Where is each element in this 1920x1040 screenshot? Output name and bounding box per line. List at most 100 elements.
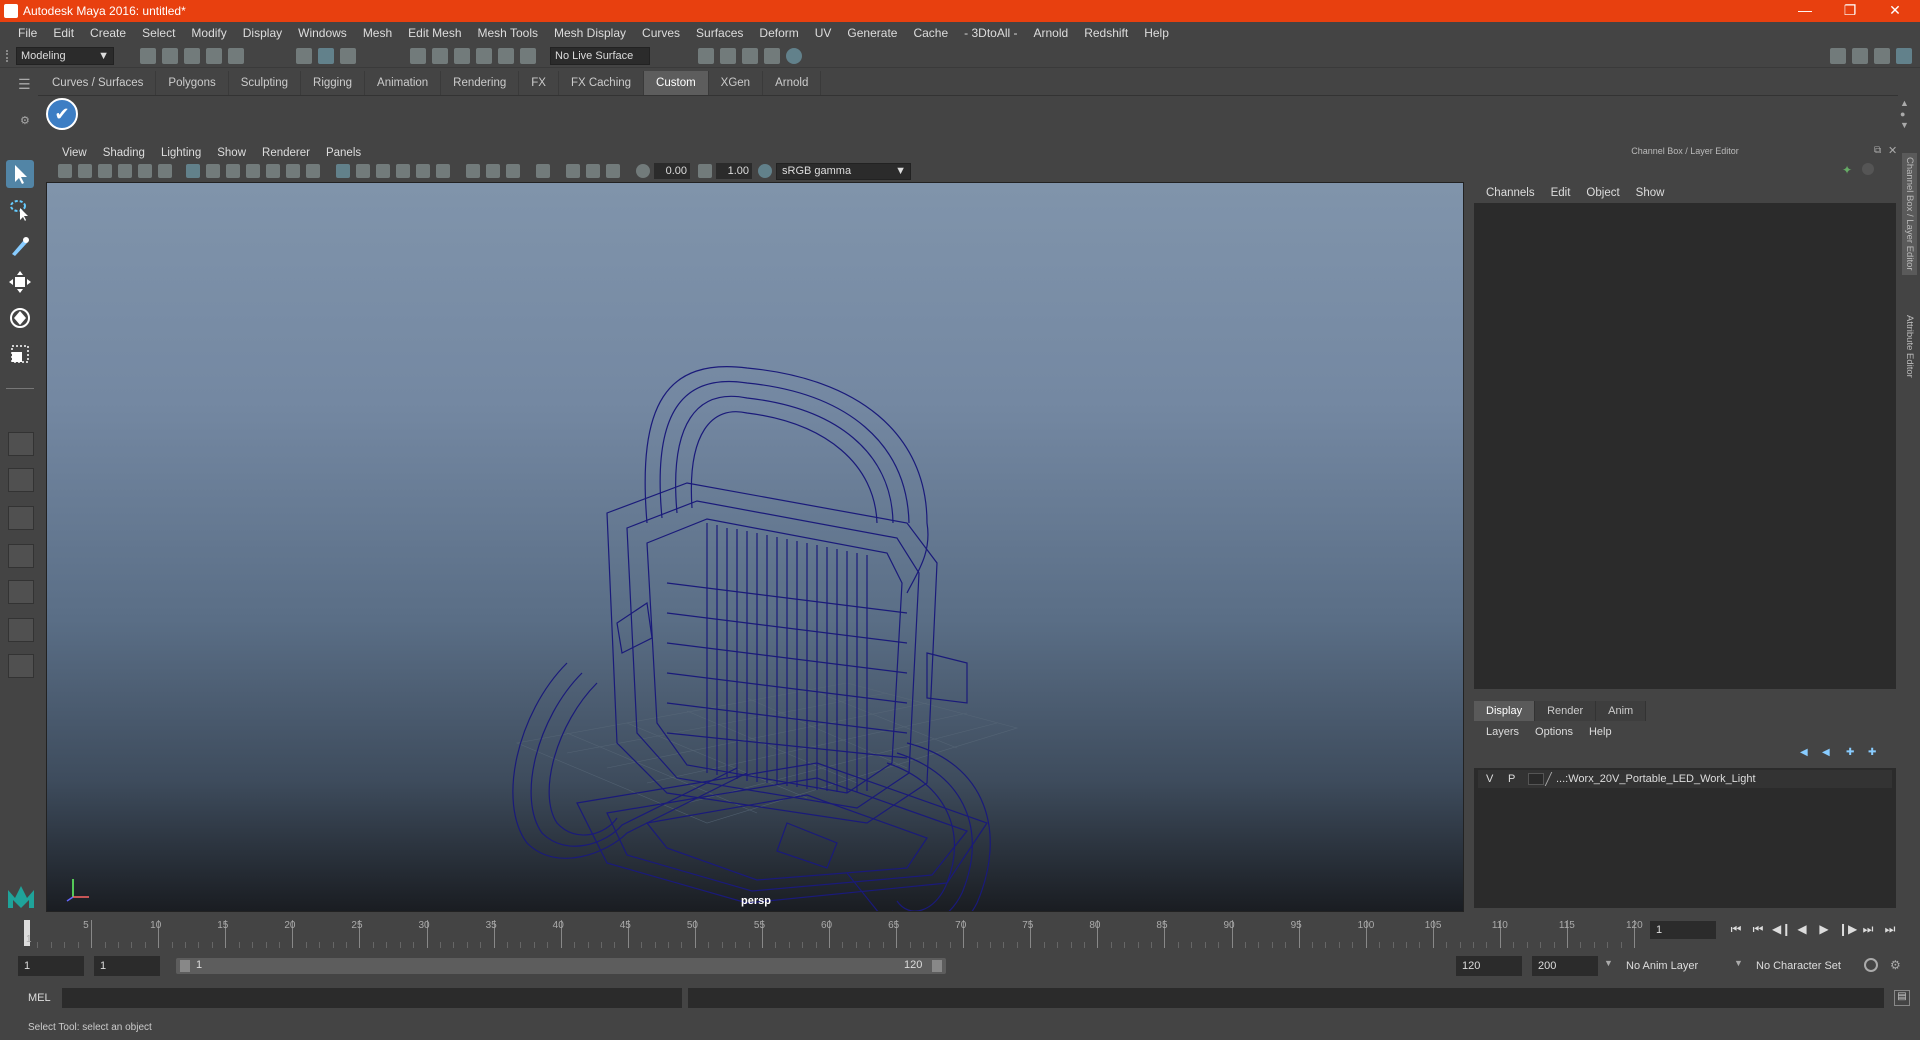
step-back-frame-icon[interactable]: ◀❙ (1772, 921, 1791, 937)
2d-pan-zoom-icon[interactable] (138, 164, 152, 178)
layer-visibility-toggle[interactable]: V (1486, 770, 1493, 788)
rotate-tool-icon[interactable] (6, 304, 34, 332)
tool-settings-toggle-icon[interactable] (1874, 48, 1890, 64)
menu-uv[interactable]: UV (807, 26, 840, 40)
menu-arnold[interactable]: Arnold (1026, 26, 1077, 40)
grid-toggle-icon[interactable] (186, 164, 200, 178)
screen-space-ao-icon[interactable] (466, 164, 480, 178)
cb-menu-object[interactable]: Object (1578, 183, 1627, 203)
snap-curve-icon[interactable] (432, 48, 448, 64)
camera-attributes-icon[interactable] (78, 164, 92, 178)
use-all-lights-icon[interactable] (416, 164, 430, 178)
vp-menu-panels[interactable]: Panels (318, 147, 369, 159)
go-to-end-icon[interactable]: ⏭ (1882, 921, 1898, 937)
select-hierarchy-icon[interactable] (296, 48, 312, 64)
mode-dropdown[interactable]: Modeling ▼ (16, 47, 114, 65)
vp-menu-shading[interactable]: Shading (95, 147, 153, 159)
menu-deform[interactable]: Deform (751, 26, 806, 40)
smooth-shade-icon[interactable] (356, 164, 370, 178)
attribute-editor-toggle-icon[interactable] (1852, 48, 1868, 64)
paint-select-tool-icon[interactable] (6, 232, 34, 260)
resolution-gate-icon[interactable] (226, 164, 240, 178)
animation-start-field[interactable]: 1 (18, 956, 84, 976)
checkmark-shelf-icon[interactable]: ✔ (46, 98, 78, 130)
safe-title-icon[interactable] (306, 164, 320, 178)
cb-menu-channels[interactable]: Channels (1478, 183, 1543, 203)
go-to-start-icon[interactable]: ⏮ (1728, 921, 1744, 937)
layer-row[interactable]: V P ...:Worx_20V_Portable_LED_Work_Light (1478, 770, 1892, 788)
cb-menu-edit[interactable]: Edit (1543, 183, 1579, 203)
cb-menu-show[interactable]: Show (1628, 183, 1673, 203)
menu-surfaces[interactable]: Surfaces (688, 26, 751, 40)
tab-display[interactable]: Display (1474, 701, 1536, 721)
tab-fx-caching[interactable]: FX Caching (558, 71, 645, 95)
lasso-tool-icon[interactable] (6, 196, 34, 224)
hypershade-icon[interactable] (786, 48, 802, 64)
perspective-viewport[interactable]: persp (46, 182, 1464, 912)
tab-animation[interactable]: Animation (365, 71, 442, 95)
le-menu-layers[interactable]: Layers (1478, 723, 1527, 741)
live-surface-field[interactable]: No Live Surface (550, 47, 650, 65)
color-management-icon[interactable] (758, 164, 772, 178)
menu-help[interactable]: Help (1136, 26, 1177, 40)
time-slider[interactable]: 1 5 10 15 20 25 30 35 40 45 50 55 60 65 70 75 80 85 90 95 1… (0, 914, 1920, 950)
menu-3dtoall[interactable]: - 3DtoAll - (956, 26, 1025, 40)
xray-joints-icon[interactable] (586, 164, 600, 178)
anti-aliasing-icon[interactable] (506, 164, 520, 178)
select-component-icon[interactable] (340, 48, 356, 64)
isolate-select-icon[interactable] (536, 164, 550, 178)
shelf-menu-icon[interactable]: ☰ (18, 76, 31, 93)
menu-generate[interactable]: Generate (839, 26, 905, 40)
four-view-layout-icon[interactable] (8, 468, 34, 492)
playback-end-field[interactable]: 120 (1456, 956, 1522, 976)
menu-edit[interactable]: Edit (45, 26, 82, 40)
new-layer-selected-icon[interactable]: ✚ (1868, 747, 1876, 758)
tab-xgen[interactable]: XGen (708, 71, 764, 95)
single-perspective-layout-icon[interactable] (8, 432, 34, 456)
close-icon[interactable]: ✕ (1880, 2, 1910, 19)
vp-menu-show[interactable]: Show (209, 147, 254, 159)
menu-windows[interactable]: Windows (290, 26, 355, 40)
move-layer-up-icon[interactable]: ◀ (1800, 747, 1808, 758)
menu-edit-mesh[interactable]: Edit Mesh (400, 26, 469, 40)
close-panel-icon[interactable]: ✕ (1888, 144, 1897, 157)
channel-box-options-icon[interactable]: ✦ (1842, 163, 1852, 177)
safe-action-icon[interactable] (286, 164, 300, 178)
undo-icon[interactable] (206, 48, 222, 64)
menu-redshift[interactable]: Redshift (1076, 26, 1136, 40)
bookmark-icon[interactable] (98, 164, 112, 178)
range-bar[interactable]: 1 120 (176, 958, 946, 974)
range-start-handle[interactable] (180, 960, 190, 972)
new-layer-icon[interactable]: ✚ (1846, 747, 1854, 758)
channel-box-toggle-icon[interactable] (1862, 163, 1874, 175)
chevron-down-icon[interactable]: ▼ (1604, 958, 1613, 968)
float-panel-icon[interactable]: ⧉ (1874, 145, 1881, 156)
persp-graph-layout-icon[interactable] (8, 544, 34, 568)
side-tab-channel-box[interactable]: Channel Box / Layer Editor (1902, 153, 1917, 275)
scale-tool-icon[interactable] (6, 340, 34, 368)
le-menu-help[interactable]: Help (1581, 723, 1620, 741)
mel-input[interactable] (62, 988, 682, 1008)
menu-cache[interactable]: Cache (905, 26, 956, 40)
channel-box-area[interactable] (1474, 203, 1896, 689)
wireframe-icon[interactable] (336, 164, 350, 178)
image-plane-icon[interactable] (118, 164, 132, 178)
current-frame-field[interactable]: 1 (1650, 921, 1716, 939)
layer-color-swatch[interactable] (1528, 773, 1544, 785)
layer-playback-toggle[interactable]: P (1508, 770, 1515, 788)
render-view-icon[interactable] (698, 48, 714, 64)
snap-surface-icon[interactable] (498, 48, 514, 64)
tab-rigging[interactable]: Rigging (301, 71, 366, 95)
motion-blur-icon[interactable] (486, 164, 500, 178)
character-set-dropdown[interactable]: No Character Set (1750, 956, 1860, 976)
vp-menu-renderer[interactable]: Renderer (254, 147, 318, 159)
menu-modify[interactable]: Modify (183, 26, 234, 40)
tab-anim[interactable]: Anim (1596, 701, 1647, 721)
side-tab-attribute-editor[interactable]: Attribute Editor (1902, 311, 1917, 382)
time-slider-track[interactable]: 1 5 10 15 20 25 30 35 40 45 50 55 60 65 70 75 80 85 90 95 1… (24, 918, 1644, 948)
custom-layout-icon[interactable] (8, 654, 34, 678)
vp-menu-view[interactable]: View (54, 147, 95, 159)
menu-mesh-display[interactable]: Mesh Display (546, 26, 634, 40)
render-settings-icon[interactable] (764, 48, 780, 64)
tab-arnold[interactable]: Arnold (763, 71, 822, 95)
